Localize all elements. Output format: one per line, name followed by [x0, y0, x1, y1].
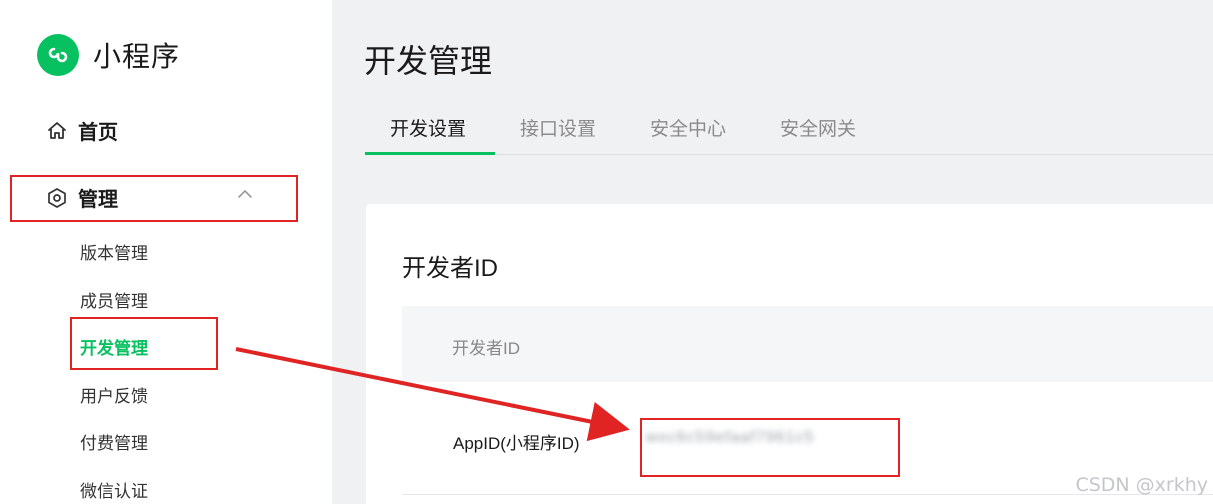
tab-bar: 开发设置 接口设置 安全中心 安全网关: [365, 104, 1213, 155]
sidebar-item-feedback[interactable]: 用户反馈: [80, 382, 148, 407]
appid-label: AppID(小程序ID): [453, 434, 580, 453]
sidebar-item-label: 首页: [78, 122, 118, 144]
tab-dev-settings[interactable]: 开发设置: [390, 114, 466, 141]
table-header-cell: 开发者ID: [452, 339, 520, 358]
tab-security-gateway[interactable]: 安全网关: [780, 114, 856, 141]
miniprogram-logo-icon: [37, 34, 79, 76]
sidebar-item-home[interactable]: 首页: [46, 116, 118, 145]
tab-security-center[interactable]: 安全中心: [650, 114, 726, 141]
sidebar: 小程序 首页 管理 版本管理 成员管理 开发管理 用户反馈 付费管理 微信认证: [0, 0, 332, 504]
tab-api-settings[interactable]: 接口设置: [520, 114, 596, 141]
brand-name: 小程序: [93, 41, 181, 72]
sidebar-item-payment[interactable]: 付费管理: [80, 429, 148, 454]
page-title: 开发管理: [364, 43, 493, 79]
sidebar-item-version[interactable]: 版本管理: [80, 239, 148, 264]
table-header: 开发者ID: [402, 306, 1213, 382]
sidebar-item-wechat-verify[interactable]: 微信认证: [80, 477, 148, 502]
card-title: 开发者ID: [402, 255, 498, 282]
highlight-appid-value: [640, 418, 900, 477]
sidebar-item-members[interactable]: 成员管理: [80, 287, 148, 312]
brand[interactable]: 小程序: [37, 34, 180, 76]
watermark: CSDN @xrkhy: [1075, 474, 1208, 496]
highlight-dev-manage: [70, 317, 218, 370]
home-icon: [46, 120, 68, 142]
active-tab-indicator: [365, 152, 495, 155]
highlight-manage-group: [10, 175, 298, 222]
